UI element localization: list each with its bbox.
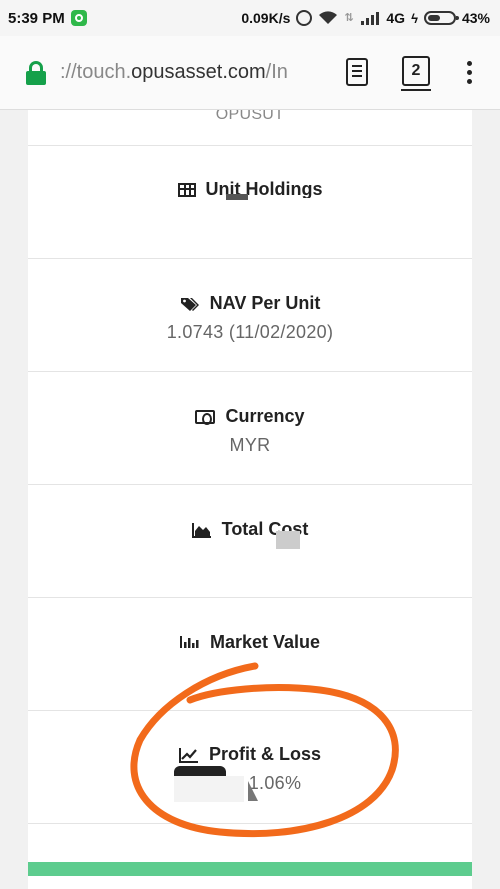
- line-chart-icon: [178, 747, 198, 763]
- url-path: /In: [265, 61, 288, 83]
- profit-loss-percent: 1.06%: [248, 773, 302, 793]
- data-arrows-icon: ⇅: [344, 12, 354, 24]
- row-label-currency: Currency: [225, 406, 305, 426]
- row-value-currency: MYR: [229, 435, 271, 455]
- status-bar: 5:39 PM 0.09K/s ⇅ 4G ϟ 43%: [0, 0, 500, 36]
- tabs-icon[interactable]: 2: [401, 56, 431, 91]
- network-type: 4G: [386, 10, 406, 26]
- row-label-unit-holdings: Unit Holdings: [205, 179, 323, 199]
- battery-icon: [423, 11, 459, 25]
- row-market-value: Market Value: [28, 598, 472, 711]
- browser-toolbar: ://touch.opusasset.com/In 2: [0, 36, 500, 110]
- redaction: [48, 198, 452, 256]
- reader-mode-icon[interactable]: [346, 58, 368, 86]
- status-right: 0.09K/s ⇅ 4G ϟ 43%: [241, 10, 490, 26]
- area-chart-icon: [191, 522, 211, 538]
- row-profit-loss: Profit & Loss 1.06%: [28, 711, 472, 824]
- row-label-profit-loss: Profit & Loss: [208, 744, 321, 764]
- signal-icon: [361, 12, 380, 25]
- progress-accent-bar: [28, 862, 472, 876]
- row-currency: Currency MYR: [28, 372, 472, 485]
- network-speed: 0.09K/s: [241, 10, 291, 26]
- redaction: [174, 776, 244, 802]
- battery-percent: 43%: [461, 10, 490, 26]
- redaction-mark: [226, 194, 248, 200]
- redaction: [88, 648, 418, 708]
- redaction: [88, 538, 408, 595]
- wifi-icon: [319, 11, 338, 24]
- fund-details-card: OPUSUT Unit Holdings NAV Per Unit 1.0743…: [28, 110, 472, 889]
- status-time: 5:39 PM: [8, 9, 65, 27]
- partial-top-value: OPUSUT: [215, 110, 285, 123]
- money-bill-icon: [195, 409, 216, 425]
- partial-row-top: OPUSUT: [28, 110, 472, 146]
- grid-icon: [177, 182, 196, 197]
- row-unit-holdings: Unit Holdings: [28, 146, 472, 259]
- row-total-cost: Total Cost: [28, 485, 472, 598]
- tags-icon: [180, 297, 199, 311]
- lock-icon[interactable]: [26, 60, 46, 85]
- url-scheme: ://touch.: [60, 61, 132, 83]
- url-bar[interactable]: ://touch.opusasset.com/In: [60, 61, 322, 84]
- row-value-nav-per-unit: 1.0743 (11/02/2020): [166, 322, 334, 342]
- url-host: opusasset.com: [131, 61, 266, 83]
- overflow-menu-icon[interactable]: [467, 61, 473, 85]
- row-nav-per-unit: NAV Per Unit 1.0743 (11/02/2020): [28, 259, 472, 372]
- alarm-icon: [296, 10, 313, 26]
- app-notification-icon: [70, 10, 87, 26]
- charging-bolt-icon: ϟ: [411, 10, 418, 26]
- row-label-nav-per-unit: NAV Per Unit: [209, 293, 321, 313]
- redaction-mark: [276, 531, 300, 549]
